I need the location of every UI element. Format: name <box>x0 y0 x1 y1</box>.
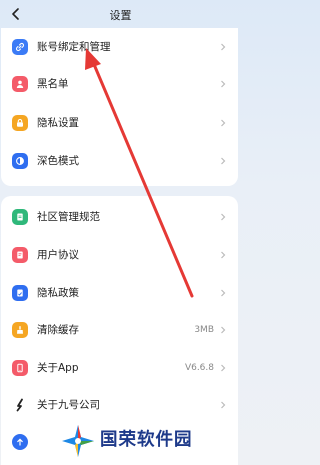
link-icon <box>12 39 28 55</box>
row-privacy-settings[interactable]: 隐私设置 <box>1 105 238 141</box>
chevron-right-icon <box>221 289 226 297</box>
person-block-icon <box>12 76 28 92</box>
row-dark-mode[interactable]: 深色模式 <box>1 143 238 179</box>
half-moon-icon <box>12 153 28 169</box>
row-user-agreement[interactable]: 用户协议 <box>1 237 238 273</box>
row-blacklist[interactable]: 黑名单 <box>1 66 238 102</box>
row-account-binding[interactable]: 账号绑定和管理 <box>1 29 238 65</box>
lock-icon <box>12 115 28 131</box>
header: 设置 <box>0 0 241 28</box>
row-label: 清除缓存 <box>37 324 79 336</box>
row-privacy-policy[interactable]: 隐私政策 <box>1 275 238 311</box>
policy-icon <box>12 285 28 301</box>
watermark-logo: 国荣软件园 <box>58 421 241 461</box>
chevron-right-icon <box>221 80 226 88</box>
chevron-right-icon <box>221 157 226 165</box>
row-about-company[interactable]: 关于九号公司 <box>1 387 238 423</box>
star-logo-icon <box>61 424 95 458</box>
chevron-right-icon <box>221 401 226 409</box>
row-label: 用户协议 <box>37 249 79 261</box>
agreement-icon <box>12 247 28 263</box>
row-label: 深色模式 <box>37 155 79 167</box>
settings-card-account: 账号绑定和管理 黑名单 隐私设置 深色模式 <box>1 28 238 186</box>
row-label: 隐私设置 <box>37 117 79 129</box>
cache-size-value: 3MB <box>194 325 214 335</box>
row-label: 隐私政策 <box>37 287 79 299</box>
row-label: 关于九号公司 <box>37 399 100 411</box>
row-about-app[interactable]: 关于App V6.6.8 <box>1 350 238 386</box>
row-label: 账号绑定和管理 <box>37 41 111 53</box>
watermark-text: 国荣软件园 <box>100 430 193 450</box>
row-community-rules[interactable]: 社区管理规范 <box>1 199 238 235</box>
page-title: 设置 <box>109 9 132 22</box>
ninebot-icon <box>12 397 28 413</box>
row-label: 关于App <box>37 362 79 374</box>
chevron-right-icon <box>221 119 226 127</box>
row-label: 社区管理规范 <box>37 211 100 223</box>
phone-icon <box>12 360 28 376</box>
upload-icon <box>12 434 28 450</box>
document-icon <box>12 209 28 225</box>
app-version-value: V6.6.8 <box>184 363 214 373</box>
chevron-right-icon <box>221 213 226 221</box>
broom-icon <box>12 322 28 338</box>
chevron-right-icon <box>221 251 226 259</box>
chevron-right-icon <box>221 326 226 334</box>
chevron-right-icon <box>221 364 226 372</box>
row-label: 黑名单 <box>37 78 69 90</box>
chevron-right-icon <box>221 43 226 51</box>
row-clear-cache[interactable]: 清除缓存 3MB <box>1 312 238 348</box>
